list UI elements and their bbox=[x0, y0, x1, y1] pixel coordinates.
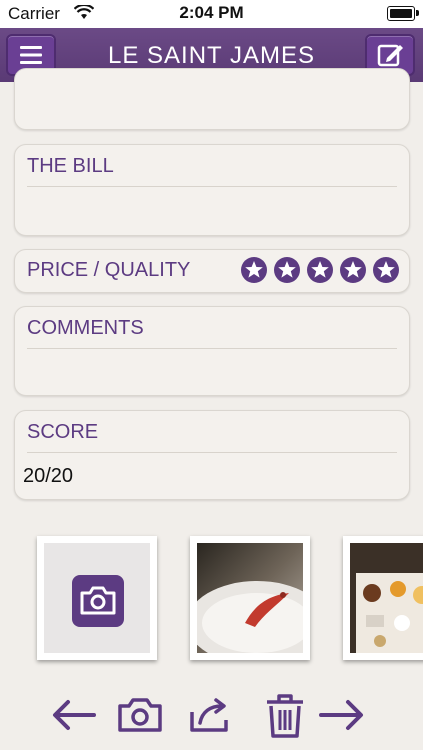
photo-thumbnail[interactable] bbox=[343, 536, 423, 660]
bill-label: THE BILL bbox=[27, 155, 114, 177]
add-photo-button[interactable] bbox=[37, 536, 157, 660]
score-card[interactable]: SCORE 20/20 bbox=[14, 410, 410, 500]
star-icon[interactable] bbox=[339, 256, 367, 284]
forward-arrow-icon bbox=[319, 700, 363, 730]
dessert-tray-photo[interactable] bbox=[350, 543, 423, 653]
star-icon[interactable] bbox=[306, 256, 334, 284]
previous-field-card[interactable] bbox=[14, 68, 410, 130]
trash-icon bbox=[267, 694, 303, 738]
next-button[interactable] bbox=[316, 690, 368, 740]
comments-divider bbox=[27, 348, 397, 349]
comments-card[interactable]: COMMENTS bbox=[14, 306, 410, 396]
battery-icon bbox=[387, 6, 415, 21]
price-quality-card: PRICE / QUALITY bbox=[14, 249, 410, 293]
photo-strip[interactable] bbox=[0, 532, 423, 667]
previous-button[interactable] bbox=[48, 690, 100, 740]
score-divider bbox=[27, 452, 397, 453]
status-bar: Carrier 2:04 PM bbox=[0, 0, 423, 28]
star-icon[interactable] bbox=[240, 256, 268, 284]
star-icon[interactable] bbox=[372, 256, 400, 284]
camera-icon bbox=[118, 698, 162, 732]
plated-dish-image bbox=[197, 543, 303, 653]
score-label: SCORE bbox=[27, 421, 99, 443]
camera-icon bbox=[72, 575, 124, 627]
plated-dish-photo[interactable] bbox=[197, 543, 303, 653]
back-arrow-icon bbox=[53, 700, 96, 730]
score-value[interactable]: 20/20 bbox=[23, 465, 73, 488]
add-photo-area[interactable] bbox=[44, 543, 150, 653]
comments-label: COMMENTS bbox=[27, 317, 144, 339]
bill-card[interactable]: THE BILL bbox=[14, 144, 410, 236]
delete-button[interactable] bbox=[259, 690, 311, 740]
rating-stars[interactable] bbox=[240, 256, 400, 284]
dessert-tray-image bbox=[350, 543, 423, 653]
bottom-toolbar bbox=[0, 682, 423, 750]
share-button[interactable] bbox=[184, 690, 236, 740]
camera-button[interactable] bbox=[114, 690, 166, 740]
clock: 2:04 PM bbox=[179, 3, 244, 22]
battery-tip bbox=[416, 10, 419, 16]
share-icon bbox=[190, 698, 228, 732]
content-area[interactable]: THE BILL PRICE / QUALITY COMMENTS SCORE … bbox=[0, 68, 423, 750]
page-title: LE SAINT JAMES bbox=[108, 42, 315, 69]
price-quality-label: PRICE / QUALITY bbox=[27, 259, 191, 281]
bill-divider bbox=[27, 186, 397, 187]
star-icon[interactable] bbox=[273, 256, 301, 284]
photo-thumbnail[interactable] bbox=[190, 536, 310, 660]
